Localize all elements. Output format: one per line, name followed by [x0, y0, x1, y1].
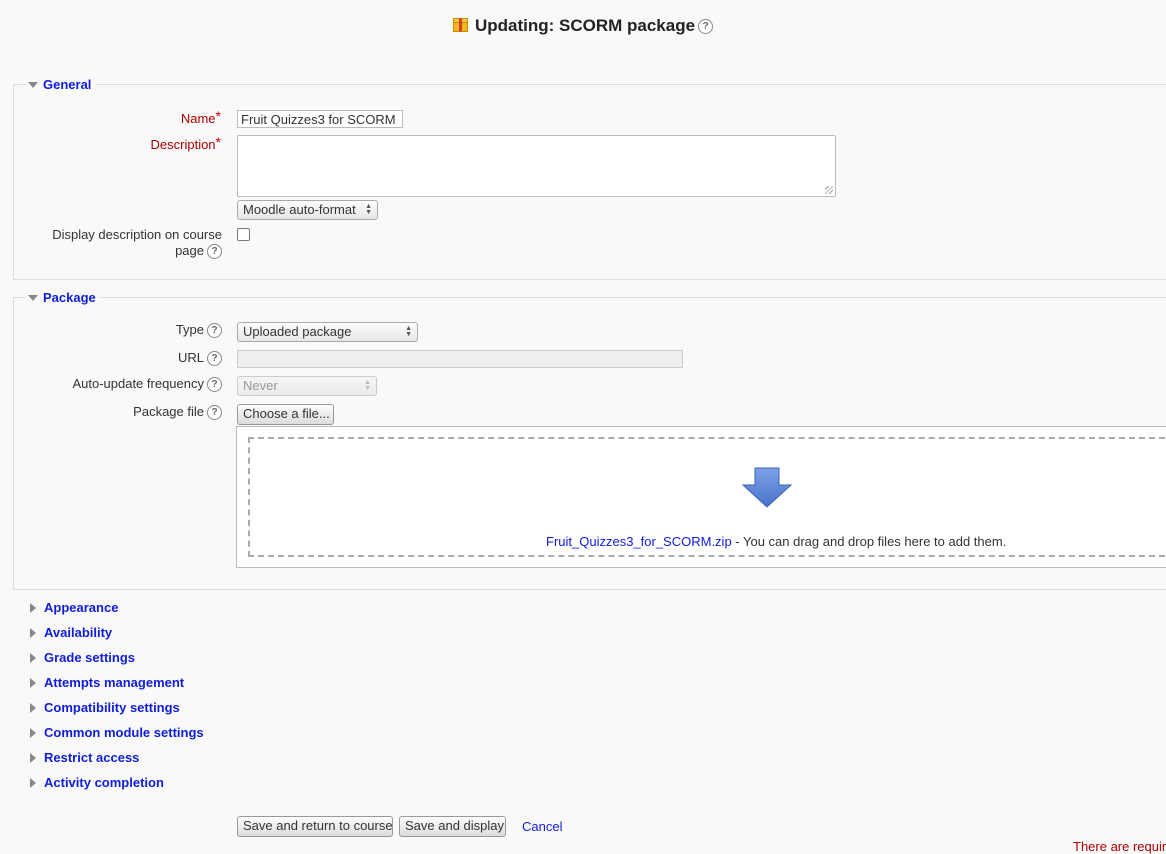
drop-zone-text: Fruit_Quizzes3_for_SCORM.zip - You can d… [546, 534, 1007, 549]
collapsed-triangle-icon [30, 678, 36, 688]
section-label: Grade settings [44, 650, 136, 665]
autoupdate-select[interactable]: Never ▲ ▼ [237, 376, 377, 396]
section-availability[interactable]: Availability [30, 625, 112, 640]
url-label: URL? [60, 350, 222, 367]
type-select[interactable]: Uploaded package ▲ ▼ [237, 322, 418, 342]
section-label: Restrict access [44, 750, 140, 765]
format-select[interactable]: Moodle auto-format ▲ ▼ [237, 200, 378, 220]
description-editor[interactable] [237, 135, 836, 197]
section-restrict-access[interactable]: Restrict access [30, 750, 139, 765]
drop-zone[interactable]: Fruit_Quizzes3_for_SCORM.zip - You can d… [248, 437, 1166, 557]
section-compatibility-settings[interactable]: Compatibility settings [30, 700, 180, 715]
required-star-icon: * [215, 108, 221, 124]
display-description-label: Display description on course page? [52, 227, 222, 260]
section-label: Appearance [44, 600, 119, 615]
help-icon[interactable]: ? [207, 405, 222, 421]
autoupdate-label: Auto-update frequency? [40, 376, 222, 393]
save-return-button[interactable]: Save and return to course [237, 816, 393, 837]
required-fields-note: There are requir [1073, 839, 1166, 854]
help-icon[interactable]: ? [207, 351, 222, 367]
select-arrows-icon: ▲ ▼ [364, 379, 371, 392]
package-file-label: Package file? [60, 404, 222, 421]
url-input[interactable] [237, 350, 683, 368]
collapsed-triangle-icon [30, 603, 36, 613]
expanded-triangle-icon [28, 82, 38, 88]
section-label: Activity completion [44, 775, 164, 790]
general-legend[interactable]: General [26, 77, 96, 92]
help-icon[interactable]: ? [698, 19, 714, 35]
section-appearance[interactable]: Appearance [30, 600, 118, 615]
collapsed-triangle-icon [30, 628, 36, 638]
expanded-triangle-icon [28, 295, 38, 301]
section-label: Compatibility settings [44, 700, 180, 715]
collapsed-triangle-icon [30, 778, 36, 788]
resize-grip-icon[interactable] [825, 186, 833, 194]
section-grade-settings[interactable]: Grade settings [30, 650, 135, 665]
section-attempts-management[interactable]: Attempts management [30, 675, 184, 690]
cancel-link[interactable]: Cancel [522, 819, 562, 834]
collapsed-triangle-icon [30, 653, 36, 663]
collapsed-triangle-icon [30, 728, 36, 738]
required-star-icon: * [215, 134, 221, 150]
display-description-checkbox[interactable] [237, 228, 250, 241]
select-arrows-icon: ▲ ▼ [365, 203, 372, 216]
help-icon[interactable]: ? [207, 244, 222, 260]
name-input[interactable] [237, 110, 403, 128]
select-arrows-icon: ▲ ▼ [405, 325, 412, 338]
file-manager: Fruit_Quizzes3_for_SCORM.zip - You can d… [236, 426, 1166, 568]
save-display-button[interactable]: Save and display [399, 816, 506, 837]
help-icon[interactable]: ? [207, 377, 222, 393]
section-label: Common module settings [44, 725, 204, 740]
section-label: Availability [44, 625, 113, 640]
choose-file-button[interactable]: Choose a file... [237, 404, 334, 425]
type-label: Type? [60, 322, 222, 339]
package-legend[interactable]: Package [26, 290, 100, 305]
section-label: Attempts management [44, 675, 185, 690]
collapsed-triangle-icon [30, 753, 36, 763]
page-title: Updating: SCORM package? [0, 16, 1166, 36]
page-title-text: Updating: SCORM package [474, 16, 696, 35]
collapsed-triangle-icon [30, 703, 36, 713]
description-label: Description* [150, 134, 221, 152]
section-common-module-settings[interactable]: Common module settings [30, 725, 204, 740]
download-arrow-icon [741, 467, 793, 508]
uploaded-file-link[interactable]: Fruit_Quizzes3_for_SCORM.zip [546, 534, 732, 549]
help-icon[interactable]: ? [207, 323, 222, 339]
scorm-package-icon [452, 18, 468, 32]
section-activity-completion[interactable]: Activity completion [30, 775, 164, 790]
name-label: Name* [180, 108, 221, 126]
